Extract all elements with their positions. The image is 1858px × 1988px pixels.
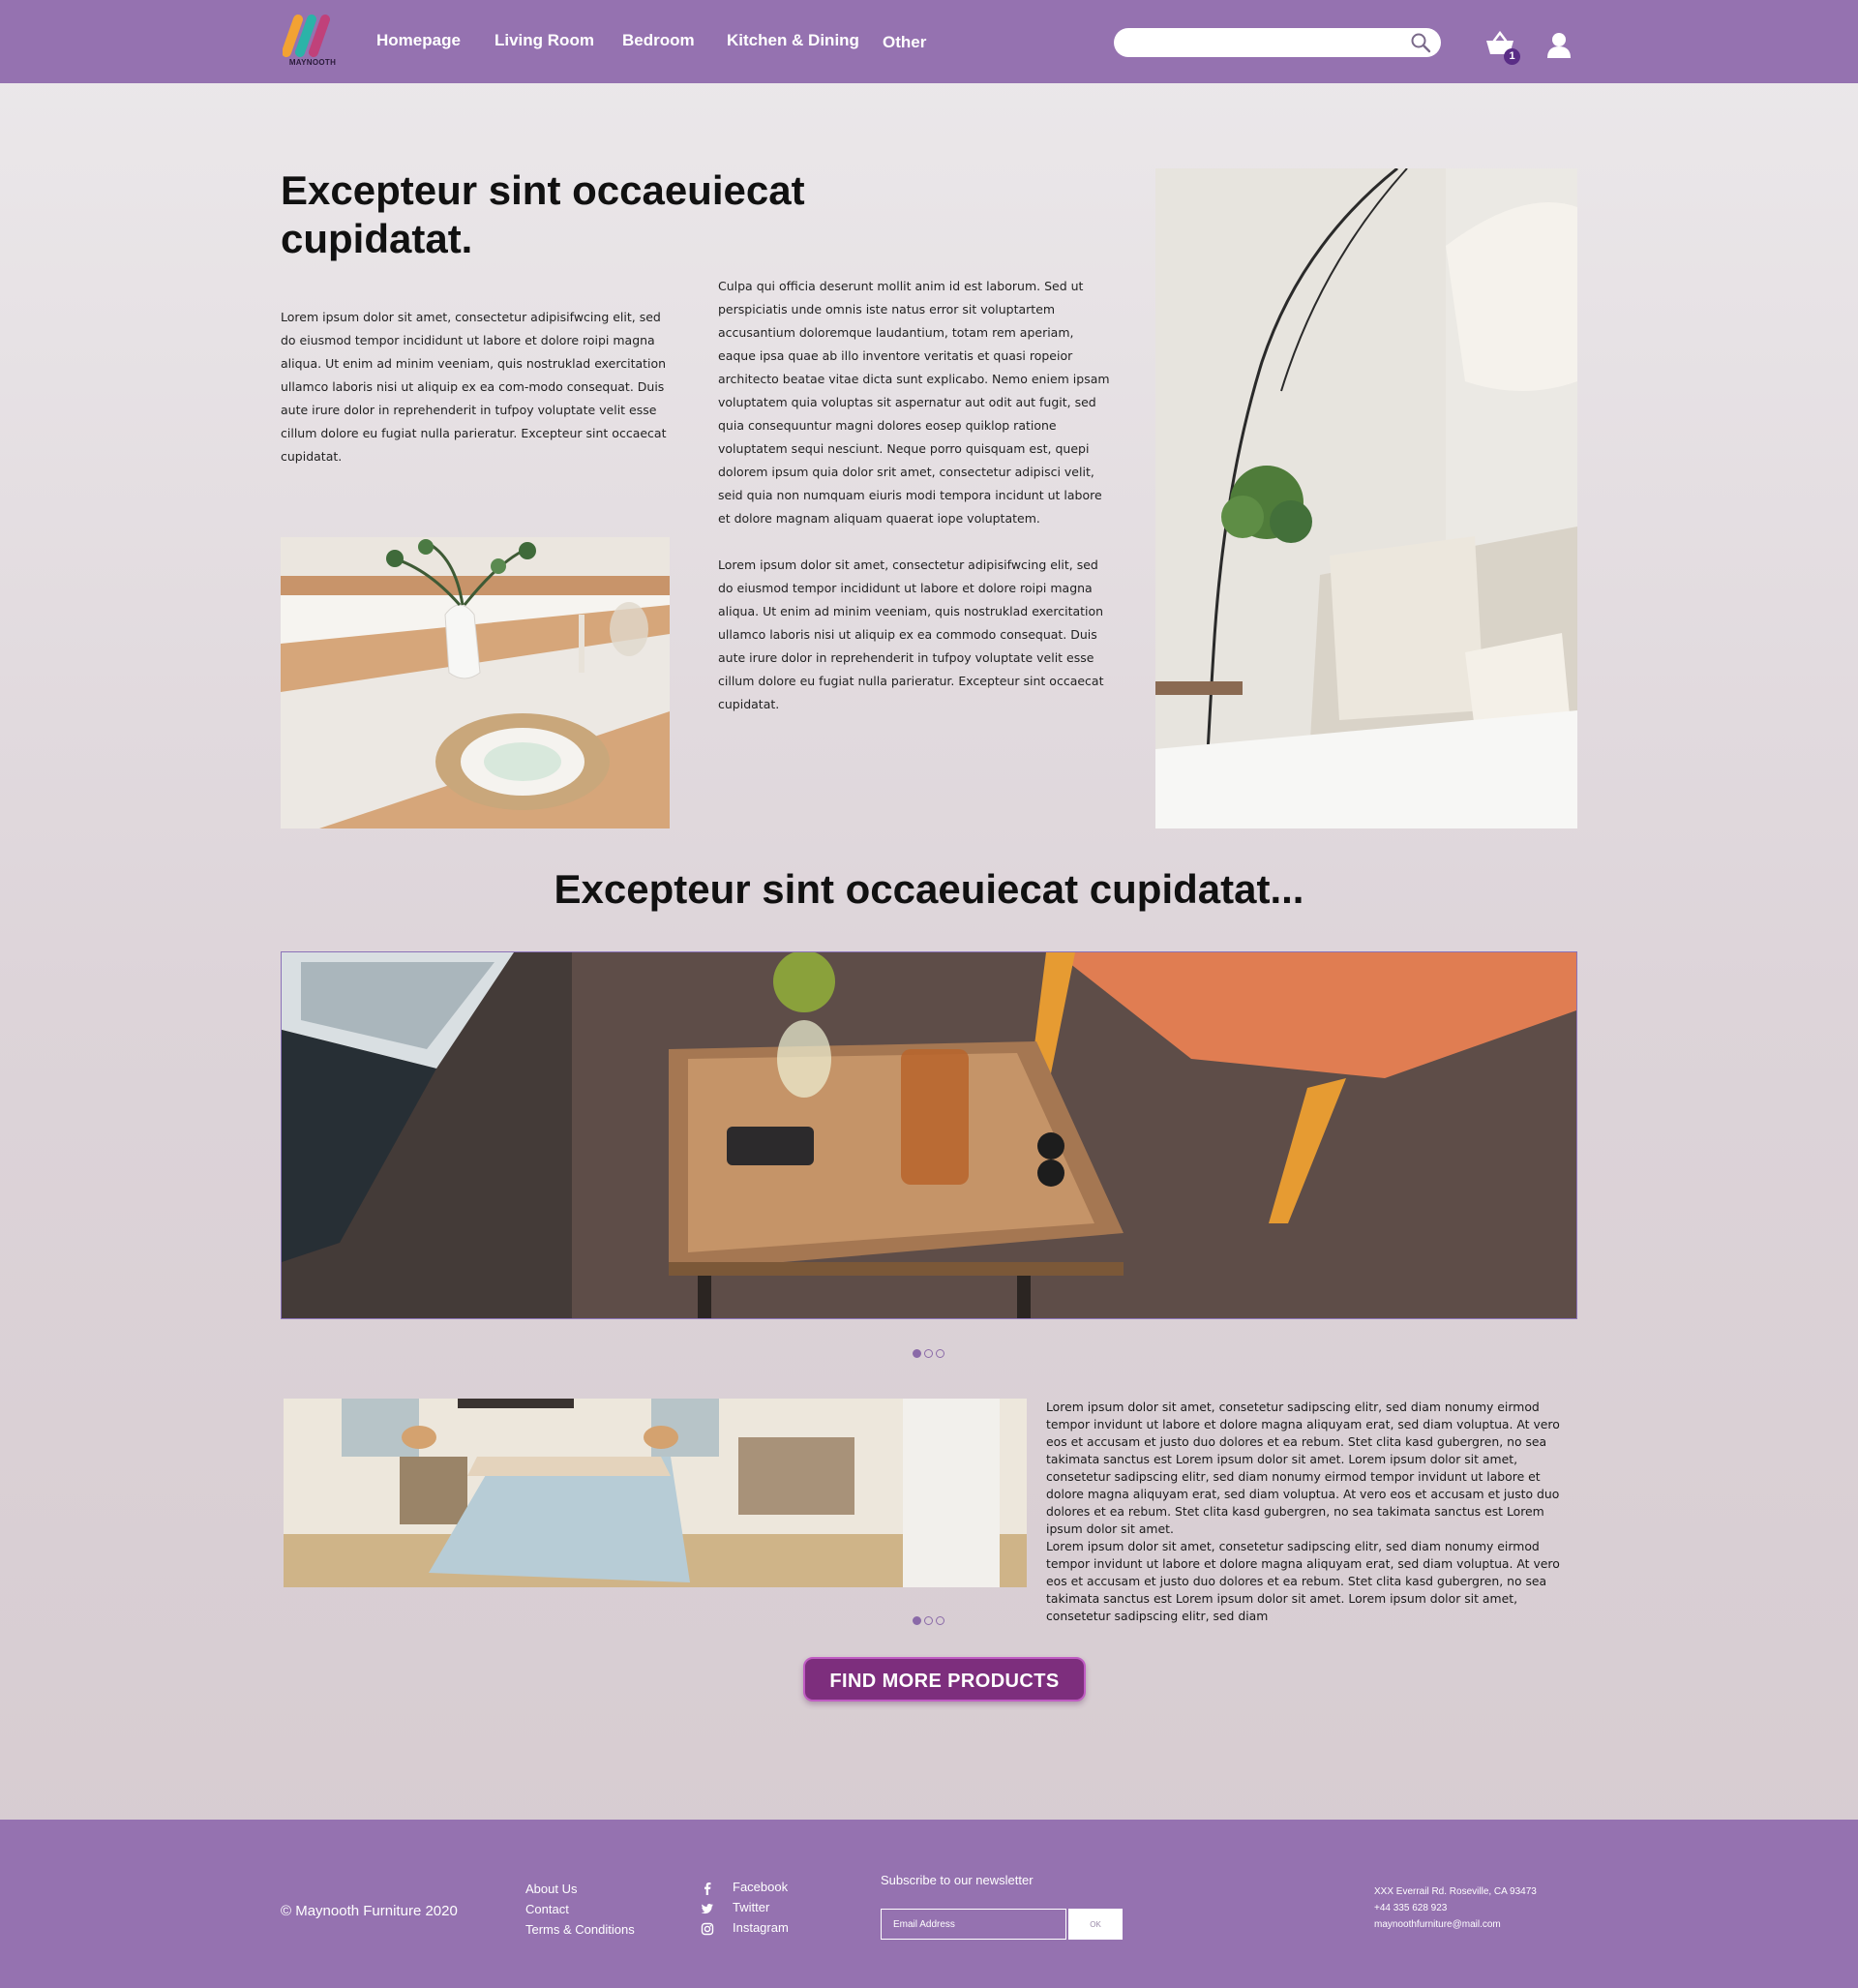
site-header: MAYNOOTH Homepage Living Room Bedroom Ki… — [0, 0, 1858, 83]
carousel-dot[interactable] — [936, 1616, 944, 1625]
footer-social-facebook[interactable]: Facebook — [733, 1880, 788, 1894]
carousel-dot[interactable] — [913, 1349, 921, 1358]
carousel-dot[interactable] — [936, 1349, 944, 1358]
nav-homepage[interactable]: Homepage — [376, 31, 461, 50]
footer-link-contact[interactable]: Contact — [525, 1902, 569, 1916]
bedroom-lamp-photo — [1155, 168, 1577, 828]
dining-table-photo — [281, 537, 670, 828]
account-button[interactable] — [1545, 31, 1573, 60]
find-more-products-button[interactable]: FIND MORE PRODUCTS — [803, 1657, 1086, 1702]
hero-right-paragraph-2: Lorem ipsum dolor sit amet, consectetur … — [718, 557, 1104, 711]
nav-other[interactable]: Other — [883, 33, 926, 52]
user-icon — [1547, 33, 1571, 58]
nav-bedroom[interactable]: Bedroom — [622, 31, 695, 50]
feature-description-2: Lorem ipsum dolor sit amet, consetetur s… — [1046, 1539, 1560, 1623]
copyright-text: © Maynooth Furniture 2020 — [281, 1903, 458, 1919]
logo[interactable]: MAYNOOTH — [282, 14, 343, 70]
footer-email[interactable]: maynoothfurniture@mail.com — [1374, 1919, 1501, 1930]
feature-description: Lorem ipsum dolor sit amet, consetetur s… — [1046, 1399, 1576, 1625]
search-bar — [1114, 28, 1441, 57]
logo-text: MAYNOOTH — [288, 58, 337, 67]
carousel-dot[interactable] — [924, 1616, 933, 1625]
carousel-dot[interactable] — [924, 1349, 933, 1358]
facebook-icon[interactable] — [701, 1882, 714, 1895]
footer-phone: +44 335 628 923 — [1374, 1903, 1448, 1913]
footer-link-terms[interactable]: Terms & Conditions — [525, 1922, 635, 1937]
newsletter-ok-button[interactable]: OK — [1068, 1909, 1123, 1940]
instagram-icon[interactable] — [701, 1922, 714, 1936]
feature-description-1: Lorem ipsum dolor sit amet, consetetur s… — [1046, 1400, 1560, 1536]
footer-link-about[interactable]: About Us — [525, 1882, 577, 1896]
hero-left-paragraph: Lorem ipsum dolor sit amet, consectetur … — [281, 310, 667, 464]
featured-banner-image — [281, 951, 1577, 1319]
nav-kitchen-dining[interactable]: Kitchen & Dining — [727, 31, 859, 50]
search-icon[interactable] — [1410, 32, 1431, 53]
footer-address: XXX Everrail Rd. Roseville, CA 93473 — [1374, 1886, 1537, 1897]
logo-mark-icon — [282, 15, 330, 57]
banner-carousel-dots — [913, 1345, 947, 1358]
carousel-dot[interactable] — [913, 1616, 921, 1625]
bedroom-wide-photo — [284, 1399, 1027, 1587]
footer-social-instagram[interactable]: Instagram — [733, 1920, 789, 1935]
hero-title: Excepteur sint occaeuiecat cupidatat. — [281, 167, 805, 261]
section-title: Excepteur sint occaeuiecat cupidatat... — [554, 866, 1304, 912]
site-footer: © Maynooth Furniture 2020 About Us Conta… — [0, 1820, 1858, 1988]
cart-count-badge: 1 — [1504, 48, 1520, 65]
footer-social-twitter[interactable]: Twitter — [733, 1900, 769, 1914]
twitter-icon[interactable] — [701, 1902, 714, 1915]
newsletter-email-input[interactable] — [881, 1909, 1066, 1940]
search-input[interactable] — [1127, 33, 1402, 54]
cart-button[interactable]: 1 — [1484, 30, 1523, 68]
newsletter-title: Subscribe to our newsletter — [881, 1873, 1034, 1887]
feature-carousel-dots — [913, 1612, 947, 1625]
hero-right-paragraph-1: Culpa qui officia deserunt mollit anim i… — [718, 279, 1110, 526]
nav-living-room[interactable]: Living Room — [494, 31, 594, 50]
